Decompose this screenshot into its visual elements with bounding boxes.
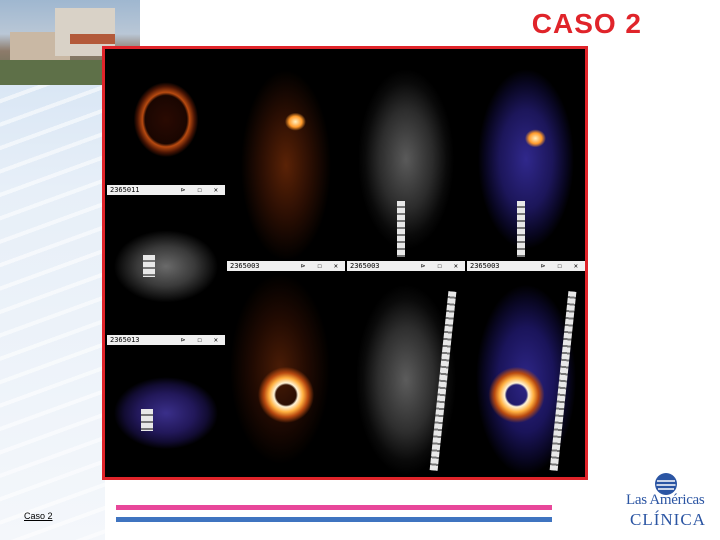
ct-coronal-spine	[397, 201, 405, 257]
ct-axial-series-id: 2365011	[110, 186, 140, 194]
ct-axial-window-controls[interactable]: ⊳ ☐ ✕	[181, 185, 222, 195]
ct-sagittal-series-id: 2365003	[350, 262, 380, 270]
ct-sagittal-window-controls[interactable]: ⊳ ☐ ✕	[421, 261, 462, 271]
footer-pink-rule	[116, 505, 552, 510]
pet-sagittal-header: 2365003 ⊳ ☐ ✕	[227, 261, 345, 271]
fused-sagittal-series-id: 2365003	[470, 262, 500, 270]
ct-axial-vertebra	[143, 255, 155, 277]
pet-sagittal-series-id: 2365003	[230, 262, 260, 270]
fused-axial-header: 2365013 ⊳ ☐ ✕	[107, 335, 225, 345]
ct-sagittal-panel[interactable]: 2365003 ⊳ ☐ ✕	[347, 261, 465, 477]
fused-coronal-spine	[517, 201, 525, 257]
building-roof	[70, 34, 115, 44]
fused-axial-series-id: 2365013	[110, 336, 140, 344]
fused-sagittal-window-controls[interactable]: ⊳ ☐ ✕	[541, 261, 582, 271]
pet-axial-panel[interactable]	[107, 51, 225, 183]
fused-sagittal-panel[interactable]: 2365003 ⊳ ☐ ✕	[467, 261, 585, 477]
slide-title: CASO 2	[531, 8, 642, 39]
pet-sagittal-panel[interactable]: 2365003 ⊳ ☐ ✕	[227, 261, 345, 477]
pet-coronal-panel[interactable]	[227, 51, 345, 259]
las-americas-logo: Las Américas CLÍNICA	[620, 472, 715, 534]
pet-sagittal-window-controls[interactable]: ⊳ ☐ ✕	[301, 261, 342, 271]
fused-coronal-panel[interactable]	[467, 51, 585, 259]
fused-axial-vertebra	[141, 409, 153, 431]
fused-axial-panel[interactable]: 2365013 ⊳ ☐ ✕	[107, 335, 225, 477]
imaging-montage-frame: 2365011 ⊳ ☐ ✕ 2365013 ⊳ ☐ ✕ 2365003 ⊳ ☐ …	[102, 46, 588, 480]
fused-axial-window-controls[interactable]: ⊳ ☐ ✕	[181, 335, 222, 345]
footer-case-label[interactable]: Caso 2	[24, 511, 53, 521]
ct-coronal-panel[interactable]	[347, 51, 465, 259]
logo-text-clinica: CLÍNICA	[630, 510, 706, 529]
fused-sagittal-spine	[549, 291, 577, 471]
ct-axial-panel[interactable]: 2365011 ⊳ ☐ ✕	[107, 185, 225, 333]
ct-axial-header: 2365011 ⊳ ☐ ✕	[107, 185, 225, 195]
footer-blue-rule	[116, 517, 552, 522]
fused-sagittal-header: 2365003 ⊳ ☐ ✕	[467, 261, 585, 271]
ct-sagittal-header: 2365003 ⊳ ☐ ✕	[347, 261, 465, 271]
ct-sagittal-spine	[429, 291, 457, 471]
logo-text-las-americas: Las Américas	[626, 492, 705, 508]
